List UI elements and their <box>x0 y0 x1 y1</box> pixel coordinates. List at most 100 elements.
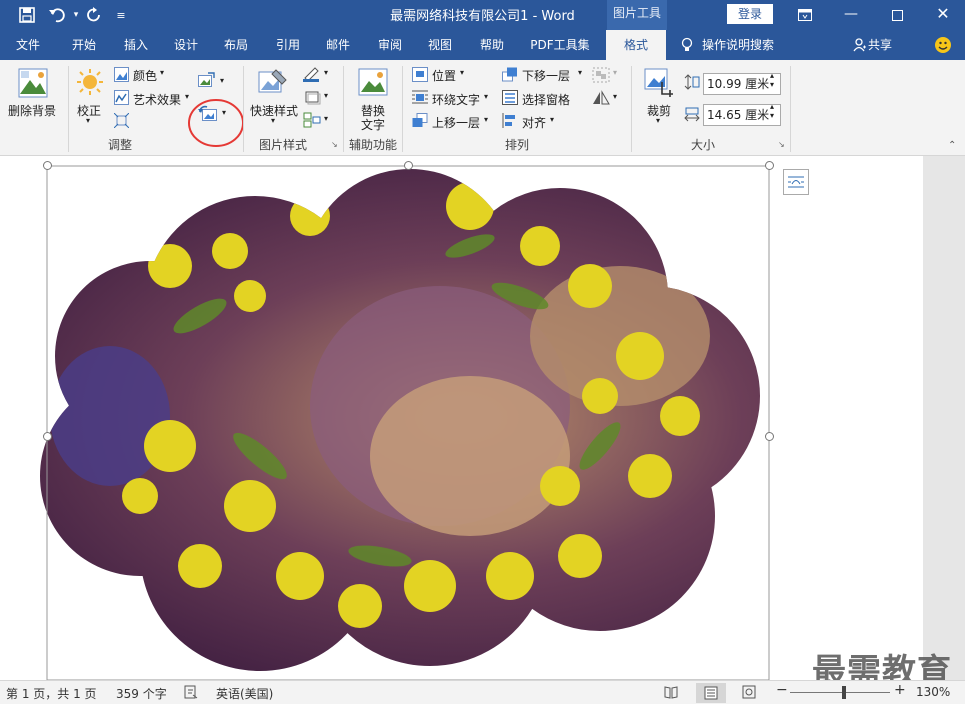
bring-forward-button[interactable]: 上移一层 <box>432 114 480 131</box>
color-dropdown-icon[interactable]: ▾ <box>160 68 164 77</box>
tab-pdf-tools[interactable]: PDF工具集 <box>522 30 598 60</box>
resize-handle[interactable] <box>765 432 774 441</box>
zoom-in-icon[interactable]: + <box>894 682 906 698</box>
tab-help[interactable]: 帮助 <box>468 30 516 60</box>
tab-format[interactable]: 格式 <box>606 30 666 60</box>
zoom-out-icon[interactable]: − <box>776 682 788 698</box>
close-icon[interactable]: ✕ <box>920 0 965 30</box>
zoom-slider-thumb[interactable] <box>842 686 846 699</box>
corrections-sun-icon[interactable] <box>76 68 104 99</box>
picture-layout-dropdown-icon[interactable]: ▾ <box>324 114 328 123</box>
highlight-circle <box>187 98 245 151</box>
position-dropdown-icon[interactable]: ▾ <box>460 68 464 77</box>
position-button[interactable]: 位置 <box>432 67 456 84</box>
web-layout-icon[interactable] <box>742 685 756 702</box>
proofing-icon[interactable] <box>184 685 198 702</box>
layout-options-icon[interactable] <box>783 169 809 198</box>
zoom-level[interactable]: 130% <box>916 685 950 699</box>
tab-insert[interactable]: 插入 <box>112 30 160 60</box>
group-objects-dropdown-icon[interactable]: ▾ <box>613 68 617 77</box>
align-button[interactable]: 对齐 <box>522 114 546 131</box>
position-icon[interactable] <box>412 67 428 85</box>
bring-forward-dropdown-icon[interactable]: ▾ <box>484 115 488 124</box>
share-button[interactable]: 共享 <box>868 30 898 60</box>
rotate-icon[interactable] <box>592 90 610 109</box>
compress-pictures-icon[interactable] <box>113 112 130 131</box>
print-layout-icon[interactable] <box>696 683 726 703</box>
remove-background-button[interactable]: 删除背景 <box>8 102 56 119</box>
width-icon <box>684 106 700 125</box>
tab-mailings[interactable]: 邮件 <box>314 30 362 60</box>
smiley-feedback-icon[interactable] <box>932 30 954 60</box>
group-separator <box>343 66 344 152</box>
wrap-text-button[interactable]: 环绕文字 <box>432 91 480 108</box>
send-backward-icon[interactable] <box>502 67 518 85</box>
width-spinner-icon[interactable]: ▴ ▾ <box>770 102 774 120</box>
corrections-dropdown-icon[interactable]: ▾ <box>86 116 90 125</box>
tab-references[interactable]: 引用 <box>264 30 312 60</box>
read-mode-icon[interactable] <box>664 685 678 702</box>
change-picture-icon[interactable] <box>198 72 216 91</box>
height-icon <box>684 74 700 93</box>
height-spinner-icon[interactable]: ▴ ▾ <box>770 71 774 89</box>
title-bar: ▾ ≡ 最需网络科技有限公司1 - Word 图片工具 登录 — ✕ <box>0 0 965 30</box>
picture-border-dropdown-icon[interactable]: ▾ <box>324 68 328 77</box>
alt-text-button-line2[interactable]: 文字 <box>361 116 385 133</box>
align-icon[interactable] <box>502 113 518 131</box>
ribbon: 删除背景 校正 ▾ 颜色 ▾ 艺术效果 ▾ ▾ ▾ 调整 快速样式 ▾ ▾ ▾ <box>0 60 965 156</box>
ribbon-display-options-icon[interactable] <box>782 0 828 30</box>
cloud-shaped-picture[interactable] <box>0 156 923 680</box>
crop-icon[interactable] <box>644 68 674 101</box>
resize-handle[interactable] <box>43 432 52 441</box>
tell-me-search[interactable]: 操作说明搜索 <box>702 30 792 60</box>
color-icon[interactable] <box>114 67 129 85</box>
picture-layout-icon[interactable] <box>303 112 321 131</box>
language-indicator[interactable]: 英语(美国) <box>216 685 273 702</box>
quick-styles-icon[interactable] <box>258 68 288 99</box>
picture-border-icon[interactable] <box>303 66 321 85</box>
group-objects-icon[interactable] <box>592 67 610 86</box>
picture-styles-launcher-icon[interactable]: ↘ <box>331 140 338 149</box>
artistic-effects-button[interactable]: 艺术效果 <box>133 91 181 108</box>
resize-handle[interactable] <box>404 161 413 170</box>
tab-home[interactable]: 开始 <box>60 30 108 60</box>
change-picture-dropdown-icon[interactable]: ▾ <box>220 76 224 85</box>
status-bar: 第 1 页，共 1 页 359 个字 英语(美国) − + 130% <box>0 680 965 704</box>
picture-effects-icon[interactable] <box>303 89 321 108</box>
tab-layout[interactable]: 布局 <box>212 30 260 60</box>
vertical-scrollbar[interactable] <box>923 156 965 680</box>
color-button[interactable]: 颜色 <box>133 67 157 84</box>
share-person-icon <box>852 30 868 60</box>
quick-styles-dropdown-icon[interactable]: ▾ <box>271 116 275 125</box>
tab-file[interactable]: 文件 <box>4 30 52 60</box>
tab-view[interactable]: 视图 <box>416 30 464 60</box>
rotate-dropdown-icon[interactable]: ▾ <box>613 92 617 101</box>
maximize-icon[interactable] <box>874 0 920 30</box>
collapse-ribbon-icon[interactable]: ⌃ <box>948 140 956 151</box>
accessibility-group-label: 辅助功能 <box>348 138 397 152</box>
word-count[interactable]: 359 个字 <box>116 685 167 702</box>
align-dropdown-icon[interactable]: ▾ <box>550 115 554 124</box>
resize-handle[interactable] <box>43 161 52 170</box>
login-button[interactable]: 登录 <box>727 4 773 24</box>
remove-background-icon[interactable] <box>18 68 48 101</box>
zoom-slider-track[interactable] <box>790 692 890 693</box>
wrap-text-icon[interactable] <box>412 90 428 108</box>
crop-dropdown-icon[interactable]: ▾ <box>656 116 660 125</box>
alt-text-icon[interactable] <box>358 68 388 99</box>
send-backward-button[interactable]: 下移一层 <box>522 67 570 84</box>
bring-forward-icon[interactable] <box>412 113 428 131</box>
resize-handle[interactable] <box>765 161 774 170</box>
tab-review[interactable]: 审阅 <box>366 30 414 60</box>
selection-pane-icon[interactable] <box>502 90 518 108</box>
group-separator <box>790 66 791 152</box>
page-count[interactable]: 第 1 页，共 1 页 <box>6 685 97 702</box>
tab-design[interactable]: 设计 <box>162 30 210 60</box>
selection-pane-button[interactable]: 选择窗格 <box>522 91 570 108</box>
size-launcher-icon[interactable]: ↘ <box>778 140 785 149</box>
picture-effects-dropdown-icon[interactable]: ▾ <box>324 91 328 100</box>
minimize-icon[interactable]: — <box>828 0 874 30</box>
artistic-effects-icon[interactable] <box>114 90 129 108</box>
wrap-text-dropdown-icon[interactable]: ▾ <box>484 92 488 101</box>
send-backward-dropdown-icon[interactable]: ▾ <box>578 68 582 77</box>
